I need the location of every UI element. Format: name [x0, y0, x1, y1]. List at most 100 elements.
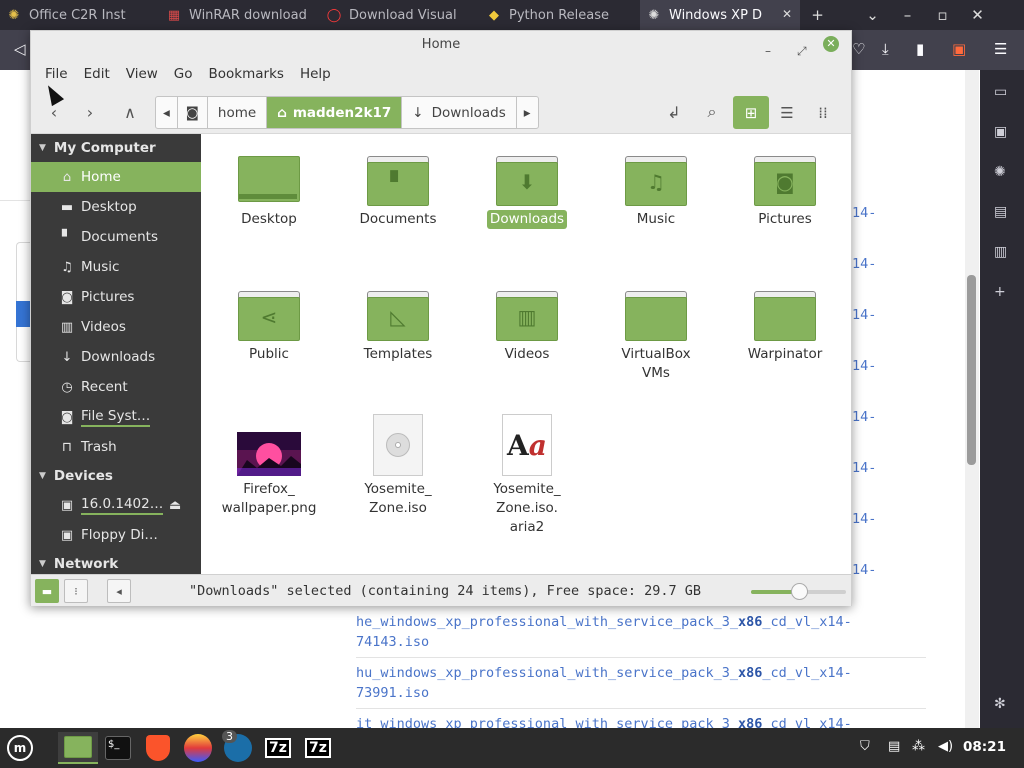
- filesystem-icon[interactable]: ◙: [178, 97, 208, 128]
- minimize-icon[interactable]: –: [890, 6, 925, 24]
- download-link[interactable]: hu_windows_xp_professional_with_service_…: [356, 663, 926, 709]
- icon-view-button[interactable]: ⊞: [733, 96, 769, 129]
- menu-edit[interactable]: Edit: [76, 66, 118, 82]
- window-titlebar[interactable]: Home – ⤢ ✕: [31, 31, 851, 59]
- browser-tab-active[interactable]: ✺ Windows XP D ✕: [640, 0, 800, 30]
- new-tab-button[interactable]: +: [800, 6, 835, 24]
- reader-icon[interactable]: ▥: [994, 244, 1007, 260]
- sidebar-item-downloads[interactable]: ↓ Downloads: [31, 342, 201, 372]
- network-icon[interactable]: ⁂: [912, 739, 925, 754]
- up-icon[interactable]: ∧: [115, 97, 145, 127]
- browser-tab[interactable]: ▦ WinRAR download: [160, 0, 320, 30]
- file-item-music[interactable]: ♫ Music: [596, 144, 716, 229]
- sidebar-item-documents[interactable]: ▘ Documents: [31, 222, 201, 252]
- path-right-arrow[interactable]: ▸: [517, 97, 538, 128]
- link-fragment[interactable]: 14-: [852, 256, 972, 272]
- sidebar-item-device[interactable]: ▣ 16.0.1402… ⏏: [31, 490, 201, 520]
- vpn-app-icon[interactable]: [180, 732, 216, 764]
- file-item-downloads[interactable]: ⬇ Downloads: [467, 144, 587, 229]
- breadcrumb-downloads[interactable]: ↓ Downloads: [402, 97, 517, 128]
- file-item-warpinator[interactable]: Warpinator: [725, 279, 845, 364]
- hide-sidebar-button[interactable]: ◂: [107, 579, 131, 603]
- compact-view-button[interactable]: ⁞⁞: [805, 96, 841, 129]
- sidebar-item-music[interactable]: ♫ Music: [31, 252, 201, 282]
- bookmark-icon[interactable]: ♡: [852, 40, 865, 58]
- chevron-down-icon[interactable]: ⌄: [855, 6, 890, 24]
- sidebar-item-desktop[interactable]: ▬ Desktop: [31, 192, 201, 222]
- maximize-icon[interactable]: ⤢: [797, 37, 807, 65]
- browser-tab[interactable]: ◯ Download Visual: [320, 0, 480, 30]
- page-scrollbar[interactable]: [965, 70, 979, 728]
- search-icon[interactable]: ⌕: [697, 97, 727, 127]
- link-fragment[interactable]: 14-: [852, 358, 972, 374]
- file-manager-task[interactable]: [58, 732, 98, 764]
- download-icon[interactable]: ⤓: [882, 40, 889, 58]
- browser-tab[interactable]: ◆ Python Release: [480, 0, 640, 30]
- sidebar-item-filesystem[interactable]: ◙ File Syst…: [31, 402, 201, 432]
- browser-tab[interactable]: ✺ Office C2R Inst: [0, 0, 160, 30]
- 7zip-icon[interactable]: 7z: [300, 732, 336, 764]
- download-link[interactable]: he_windows_xp_professional_with_service_…: [356, 612, 926, 658]
- breadcrumb-home[interactable]: home: [208, 97, 268, 128]
- video-icon[interactable]: ▭: [994, 84, 1007, 100]
- close-icon[interactable]: ✕: [823, 36, 839, 52]
- file-item-pictures[interactable]: ◙ Pictures: [725, 144, 845, 229]
- list-view-button[interactable]: ☰: [769, 96, 805, 129]
- settings-icon[interactable]: ✻: [994, 696, 1006, 712]
- sidebar-item-recent[interactable]: ◷ Recent: [31, 372, 201, 402]
- file-item-templates[interactable]: ◺ Templates: [338, 279, 458, 364]
- back-icon[interactable]: ◁: [14, 40, 26, 58]
- close-icon[interactable]: ✕: [960, 6, 995, 24]
- scrollbar-thumb[interactable]: [967, 275, 976, 465]
- file-item-documents[interactable]: ▘ Documents: [338, 144, 458, 229]
- file-item-yosemite-iso[interactable]: Yosemite_ Zone.iso: [338, 414, 458, 518]
- link-fragment[interactable]: 14-: [852, 562, 972, 578]
- forward-icon[interactable]: ›: [75, 97, 105, 127]
- link-fragment[interactable]: 14-: [852, 460, 972, 476]
- section-header-devices[interactable]: ▼ Devices: [31, 462, 201, 490]
- add-icon[interactable]: +: [994, 284, 1006, 300]
- vpn-icon[interactable]: ✺: [994, 164, 1006, 180]
- file-item-firefox-wallpaper[interactable]: Firefox_ wallpaper.png: [209, 414, 329, 518]
- menu-view[interactable]: View: [118, 66, 166, 82]
- menu-go[interactable]: Go: [166, 66, 201, 82]
- file-item-desktop[interactable]: Desktop: [209, 144, 329, 229]
- close-tab-icon[interactable]: ✕: [782, 7, 792, 21]
- menu-icon[interactable]: ☰: [994, 40, 1007, 58]
- sidebar-item-floppy[interactable]: ▣ Floppy Di…: [31, 520, 201, 550]
- menu-help[interactable]: Help: [292, 66, 339, 82]
- section-header-my-computer[interactable]: ▼ My Computer: [31, 134, 201, 162]
- file-item-yosemite-aria2[interactable]: Aa Yosemite_ Zone.iso. aria2: [467, 414, 587, 537]
- sidebar-toggle-icon[interactable]: ▮: [916, 40, 924, 58]
- open-terminal-icon[interactable]: ↲: [659, 97, 689, 127]
- link-fragment[interactable]: 14-: [852, 205, 972, 221]
- wallet-icon[interactable]: ▣: [994, 124, 1007, 140]
- extension-icon[interactable]: ▣: [952, 40, 966, 58]
- minimize-icon[interactable]: –: [765, 37, 771, 65]
- mint-menu-icon[interactable]: m: [2, 732, 38, 764]
- sidebar-item-home[interactable]: ⌂ Home: [31, 162, 201, 192]
- steam-icon[interactable]: 3: [220, 730, 256, 764]
- show-places-button[interactable]: ▬: [35, 579, 59, 603]
- maximize-icon[interactable]: ▫: [925, 6, 960, 24]
- show-tree-button[interactable]: ⁝: [64, 579, 88, 603]
- menu-file[interactable]: File: [37, 66, 76, 82]
- file-item-videos[interactable]: ▥ Videos: [467, 279, 587, 364]
- breadcrumb-user[interactable]: ⌂ madden2k17: [267, 97, 403, 128]
- path-left-arrow[interactable]: ◂: [156, 97, 178, 128]
- shield-icon[interactable]: ⛉: [860, 739, 870, 754]
- sidebar-item-pictures[interactable]: ◙ Pictures: [31, 282, 201, 312]
- save-icon[interactable]: ▤: [994, 204, 1007, 220]
- section-header-network[interactable]: ▼ Network: [31, 550, 201, 574]
- file-item-virtualbox[interactable]: VirtualBox VMs: [596, 279, 716, 383]
- zoom-slider[interactable]: [751, 583, 846, 600]
- 7zip-icon[interactable]: 7z: [260, 732, 296, 764]
- link-fragment[interactable]: 14-: [852, 409, 972, 425]
- link-fragment[interactable]: 14-: [852, 511, 972, 527]
- volume-icon[interactable]: ◀): [938, 739, 953, 754]
- clipboard-icon[interactable]: ▤: [888, 739, 900, 754]
- link-fragment[interactable]: 14-: [852, 307, 972, 323]
- clock[interactable]: 08:21: [963, 739, 1006, 755]
- brave-icon[interactable]: [140, 732, 176, 764]
- sidebar-item-trash[interactable]: ⊓ Trash: [31, 432, 201, 462]
